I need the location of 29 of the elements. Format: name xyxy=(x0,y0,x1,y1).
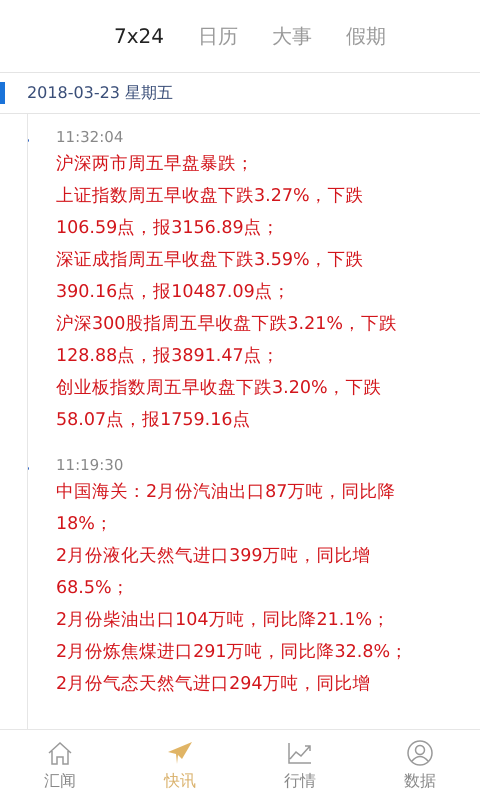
news-time: 11:32:04 xyxy=(56,128,124,146)
news-text: 沪深300股指周五早收盘下跌3.21%，下跌 xyxy=(56,313,398,336)
news-text: 中国海关：2月份汽油出口87万吨，同比降 xyxy=(56,481,396,504)
tab[interactable]: 日历 xyxy=(198,22,238,50)
news-text: 18%； xyxy=(56,513,114,536)
news-text: 2月份气态天然气进口294万吨，同比增 xyxy=(56,673,372,696)
nav-item[interactable]: 行情 xyxy=(240,730,360,800)
nav-item[interactable]: 快讯 xyxy=(120,730,240,800)
news-text: 390.16点，报10487.09点； xyxy=(56,281,292,304)
news-text: 2月份液化天然气进口399万吨，同比增 xyxy=(56,545,372,568)
news-text: 106.59点，报3156.89点； xyxy=(56,217,281,240)
tab[interactable]: 假期 xyxy=(346,22,386,50)
news-text: 2月份炼焦煤进口291万吨，同比降32.8%； xyxy=(56,641,410,664)
news-time: 11:19:30 xyxy=(56,456,124,474)
user-icon xyxy=(406,738,434,766)
news-text: 68.5%； xyxy=(56,577,131,600)
tab[interactable]: 大事 xyxy=(272,22,312,50)
date-marker xyxy=(0,82,5,104)
news-text: 2月份柴油出口104万吨，同比降21.1%； xyxy=(56,609,392,632)
nav-item[interactable]: 数据 xyxy=(360,730,480,800)
nav-item[interactable]: 汇闻 xyxy=(0,730,120,800)
news-text: 128.88点，报3891.47点； xyxy=(56,345,281,368)
news-text: 沪深两市周五早盘暴跌； xyxy=(56,153,255,176)
tab[interactable]: 7x24 xyxy=(114,24,164,48)
news-text: 上证指数周五早收盘下跌3.27%，下跌 xyxy=(56,185,365,208)
news-text: 深证成指周五早收盘下跌3.59%，下跌 xyxy=(56,249,365,272)
news-text: 创业板指数周五早收盘下跌3.20%，下跌 xyxy=(56,377,383,400)
date-heading: 2018-03-23 星期五 xyxy=(27,82,174,104)
news-text: 58.07点，报1759.16点 xyxy=(56,409,252,432)
